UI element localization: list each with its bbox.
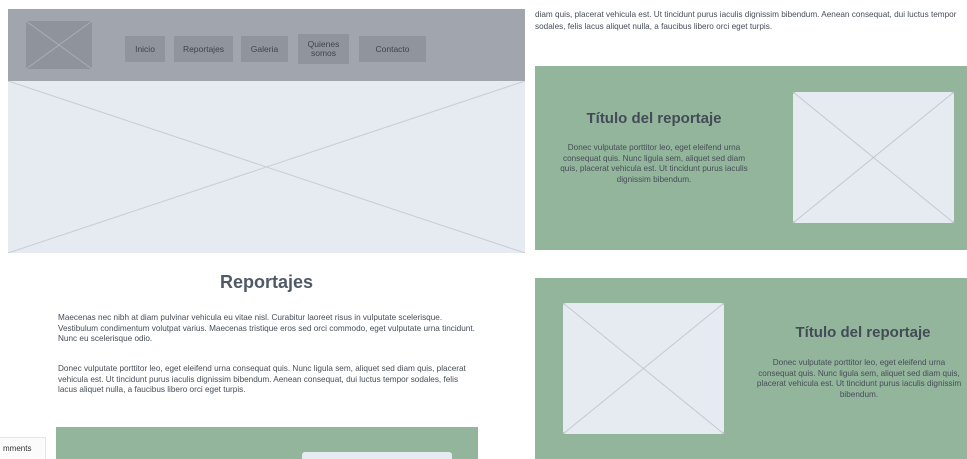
- report-card-preview: [56, 427, 478, 459]
- image-placeholder-icon: [302, 452, 452, 459]
- right-wireframe-panel: diam quis, placerat vehicula est. Ut tin…: [525, 0, 967, 459]
- logo-placeholder: [26, 21, 92, 69]
- left-wireframe-panel: Inicio Reportajes Galeria Quienes somos …: [0, 0, 525, 459]
- card-title: Título del reportaje: [795, 324, 931, 341]
- nav-item-galeria[interactable]: Galeria: [241, 36, 288, 62]
- image-placeholder-icon: [26, 21, 92, 69]
- image-placeholder-icon: [8, 81, 525, 253]
- nav-item-quienes-somos[interactable]: Quienes somos: [298, 34, 349, 64]
- image-placeholder-icon: [793, 92, 954, 223]
- card-body: Donec vulputate porttitor leo, eget elei…: [756, 358, 962, 399]
- paragraph-2: Donec vulputate porttitor leo, eget elei…: [58, 364, 466, 394]
- nav-item-inicio[interactable]: Inicio: [125, 36, 165, 62]
- nav-item-contacto[interactable]: Contacto: [359, 36, 426, 62]
- site-header: Inicio Reportajes Galeria Quienes somos …: [8, 9, 525, 81]
- section-title: Reportajes: [219, 272, 314, 292]
- card-title: Título del reportaje: [586, 110, 722, 127]
- card-image-placeholder: [793, 92, 954, 223]
- card-body: Donec vulputate porttitor leo, eget elei…: [560, 143, 748, 184]
- image-placeholder-icon: [563, 303, 724, 434]
- intro-paragraph: diam quis, placerat vehicula est. Ut tin…: [535, 10, 957, 31]
- paragraph-1: Maecenas nec nibh at diam pulvinar vehic…: [58, 313, 475, 343]
- report-card-2: Título del reportaje Donec vulputate por…: [535, 278, 967, 459]
- comments-tab[interactable]: mments: [0, 437, 46, 459]
- report-card-1: Título del reportaje Donec vulputate por…: [535, 66, 967, 250]
- nav-item-reportajes[interactable]: Reportajes: [174, 36, 233, 62]
- hero-image-placeholder: [8, 81, 525, 253]
- card-image-placeholder: [563, 303, 724, 434]
